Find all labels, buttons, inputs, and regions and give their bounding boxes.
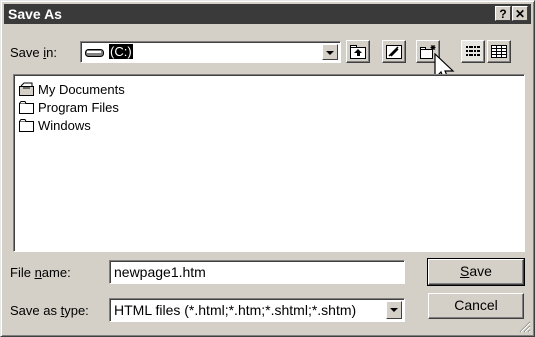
help-icon: ?	[499, 7, 507, 21]
resize-grip-icon[interactable]	[519, 321, 531, 333]
save-in-value: (C:)	[109, 44, 133, 59]
my-documents-icon	[19, 82, 34, 96]
save-as-type-dropdown-button[interactable]	[386, 301, 402, 319]
file-name-text: Windows	[38, 117, 91, 133]
go-to-web-button[interactable]	[382, 40, 406, 63]
drive-icon	[85, 49, 104, 57]
list-item[interactable]: My Documents	[19, 81, 125, 97]
file-name-text: Program Files	[38, 99, 119, 115]
close-icon: ✕	[514, 7, 526, 21]
list-item[interactable]: Windows	[19, 117, 91, 133]
save-button[interactable]: Save	[427, 258, 525, 286]
title-bar[interactable]: Save As ? ✕	[4, 4, 531, 24]
help-button[interactable]: ?	[495, 6, 511, 21]
close-button[interactable]: ✕	[512, 6, 528, 21]
up-one-level-button[interactable]	[346, 40, 370, 63]
web-folder-icon	[386, 45, 402, 59]
cancel-button[interactable]: Cancel	[428, 293, 524, 319]
save-as-type-select[interactable]: HTML files (*.html;*.htm;*.shtml;*.shtm)	[109, 298, 405, 322]
file-name-label: File name:	[10, 265, 71, 280]
list-view-icon	[466, 46, 480, 56]
save-as-type-value: HTML files (*.html;*.htm;*.shtml;*.shtm)	[114, 302, 357, 318]
folder-icon	[19, 101, 34, 114]
save-in-combobox[interactable]: (C:)	[80, 41, 341, 63]
up-folder-icon	[350, 45, 366, 59]
save-in-label: Save in:	[10, 45, 57, 60]
file-list[interactable]: My Documents Program Files Windows	[13, 74, 525, 252]
folder-icon	[19, 119, 34, 132]
file-name-input[interactable]: newpage1.htm	[109, 260, 405, 284]
details-view-icon	[491, 45, 507, 58]
file-name-value: newpage1.htm	[114, 264, 206, 280]
window-title: Save As	[8, 6, 62, 22]
file-name-text: My Documents	[38, 81, 125, 97]
details-view-button[interactable]	[487, 40, 511, 63]
save-as-dialog: Save As ? ✕ Save in: (C:) My Documents P…	[0, 0, 535, 337]
list-item[interactable]: Program Files	[19, 99, 119, 115]
save-in-dropdown-button[interactable]	[322, 44, 338, 60]
save-as-type-label: Save as type:	[10, 303, 89, 318]
list-view-button[interactable]	[461, 40, 485, 63]
